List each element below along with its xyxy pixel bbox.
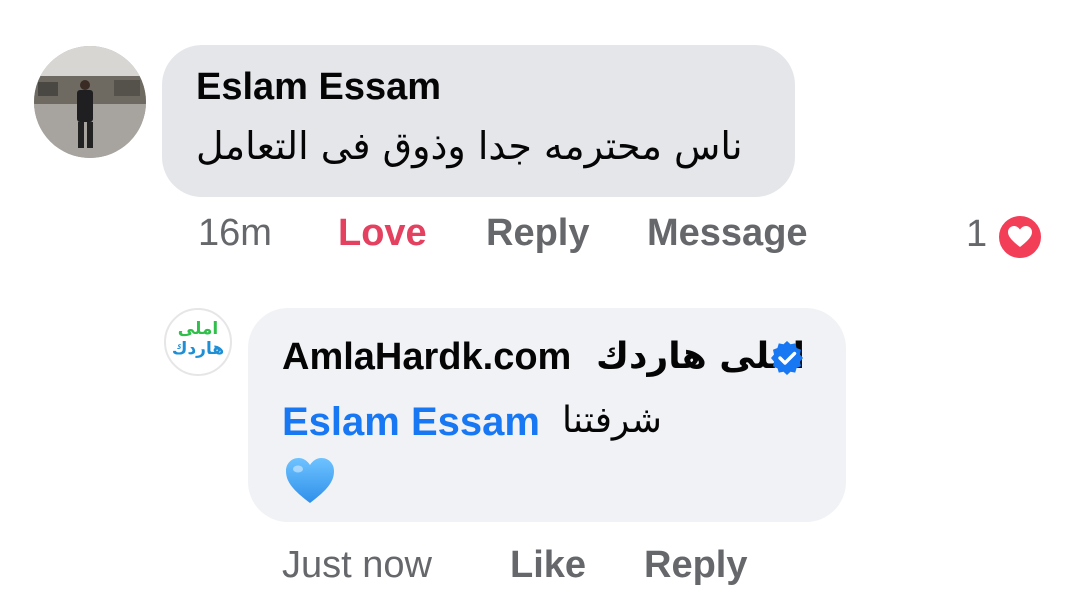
commenter-photo <box>34 46 146 158</box>
love-button[interactable]: Love <box>338 212 427 255</box>
verified-badge-icon <box>771 341 803 375</box>
page-avatar[interactable]: املى هاردك <box>164 308 232 376</box>
logo-text-line1: املى <box>177 319 219 339</box>
like-button[interactable]: Like <box>510 544 586 587</box>
comment-thread: Eslam Essam ناس محترمه جدا وذوق فى التعا… <box>0 0 1080 616</box>
commenter-avatar[interactable] <box>34 46 146 158</box>
reply-reply-button[interactable]: Reply <box>644 544 747 587</box>
reply-button[interactable]: Reply <box>486 212 589 255</box>
blue-heart-icon <box>286 458 334 503</box>
mention-link[interactable]: Eslam Essam <box>282 400 540 445</box>
reply-text: شرفتنا <box>562 400 662 441</box>
reaction-count: 1 <box>966 213 988 255</box>
message-button[interactable]: Message <box>647 212 808 255</box>
heart-icon <box>996 213 1044 261</box>
logo-text-line2: هاردك <box>171 339 225 359</box>
comment-author[interactable]: Eslam Essam <box>196 66 441 109</box>
comment-text: ناس محترمه جدا وذوق فى التعامل <box>196 124 743 168</box>
reply-author-name: AmlaHardk.com <box>282 336 572 378</box>
comment-timestamp[interactable]: 16m <box>198 212 272 255</box>
reply-timestamp[interactable]: Just now <box>282 544 432 587</box>
